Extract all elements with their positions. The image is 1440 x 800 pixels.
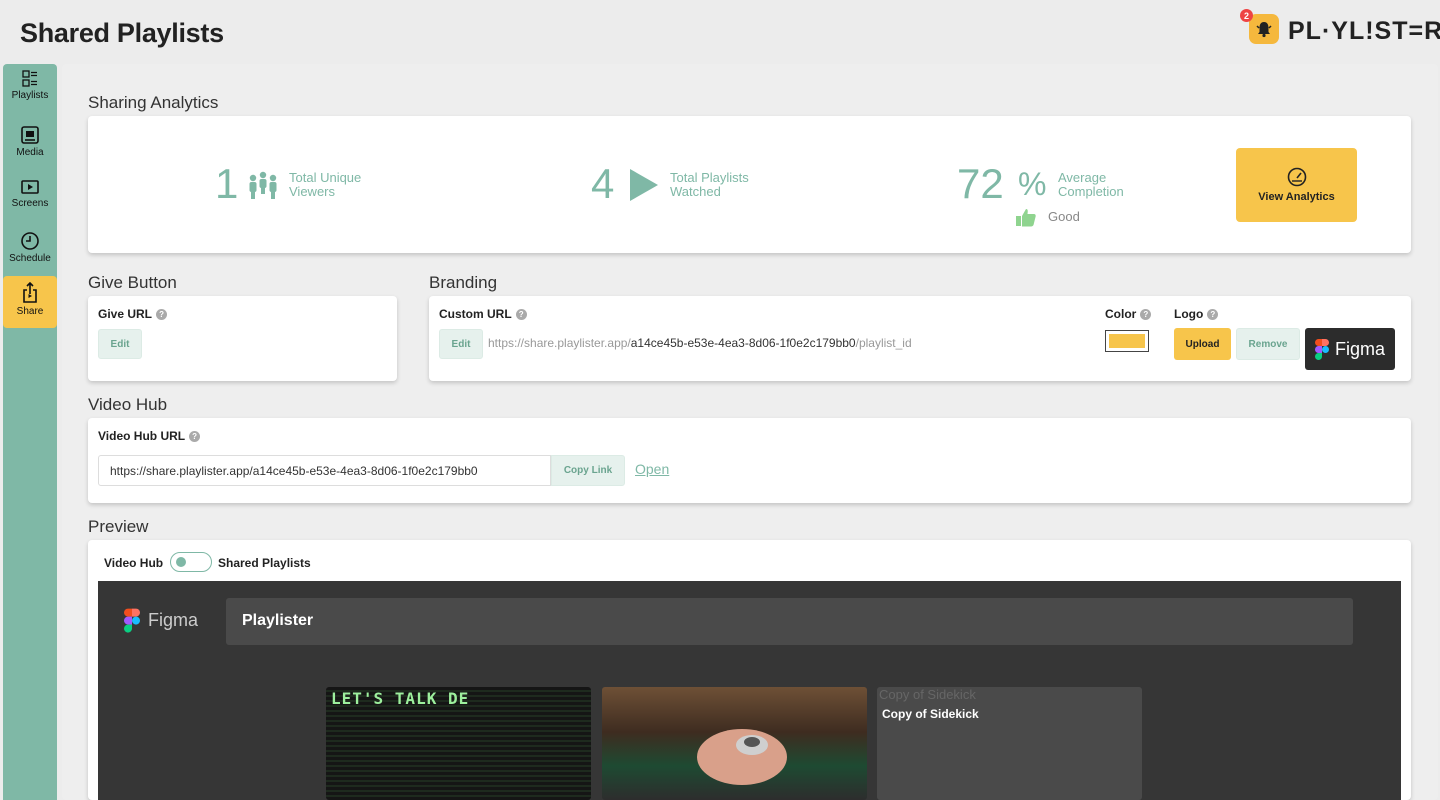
playlists-watched-value: 4 <box>591 160 615 207</box>
custom-url-prefix: https://share.playlister.app/ <box>488 336 631 350</box>
analytics-card <box>88 116 1411 253</box>
video-hub-url-label: Video Hub URL ? <box>98 429 201 443</box>
notification-bell-button[interactable] <box>1249 14 1279 44</box>
sharing-analytics-title: Sharing Analytics <box>88 93 219 112</box>
top-header: Shared Playlists <box>4 5 1437 57</box>
help-icon[interactable]: ? <box>189 430 201 442</box>
logo-label-text: Logo <box>1174 307 1204 321</box>
branding-title: Branding <box>429 273 498 292</box>
view-analytics-button[interactable]: View Analytics <box>1236 148 1357 222</box>
screens-icon <box>21 180 39 194</box>
color-label: Color ? <box>1105 307 1152 321</box>
video-thumbnail[interactable] <box>602 687 867 800</box>
sidebar-item-schedule[interactable]: Schedule <box>3 225 57 277</box>
brand-logo: PL·YL!ST=R <box>1288 17 1440 45</box>
playlists-watched-label-2: Watched <box>670 184 721 199</box>
custom-url-id: a14ce45b-e53e-4ea3-8d06-1f0e2c179bb0 <box>630 336 856 350</box>
people-icon <box>249 171 277 199</box>
logo-preview: Figma <box>1305 328 1395 370</box>
help-icon[interactable]: ? <box>515 308 527 320</box>
color-picker[interactable] <box>1105 330 1149 352</box>
toggle-knob <box>176 557 186 567</box>
help-icon[interactable]: ? <box>156 308 168 320</box>
toggle-right-label: Shared Playlists <box>218 556 311 570</box>
custom-url-label-text: Custom URL <box>439 307 512 321</box>
custom-url-value: https://share.playlister.app/a14ce45b-e5… <box>488 336 912 350</box>
video-thumbnail[interactable]: Copy of Sidekick Copy of Sidekick <box>877 687 1142 800</box>
thumbnail-alt-text: Copy of Sidekick <box>879 687 976 702</box>
thumbs-up-icon <box>1016 209 1036 227</box>
hands-image <box>697 729 787 785</box>
notification-badge: 2 <box>1240 9 1253 22</box>
color-swatch-fill <box>1109 334 1145 348</box>
give-url-label: Give URL ? <box>98 307 168 321</box>
open-link[interactable]: Open <box>635 461 669 477</box>
completion-rating: Good <box>1048 209 1080 224</box>
unique-viewers-label-1: Total Unique <box>289 170 362 185</box>
preview-header-title: Playlister <box>242 612 314 629</box>
sidebar-item-label: Share <box>16 306 44 317</box>
bell-icon <box>1256 22 1272 38</box>
remove-logo-button[interactable]: Remove <box>1236 328 1300 360</box>
video-hub-title: Video Hub <box>88 395 168 414</box>
thumbnail-title: Copy of Sidekick <box>882 707 979 721</box>
toggle-left-label: Video Hub <box>104 556 164 570</box>
sidebar-item-share[interactable]: Share <box>3 276 57 328</box>
preview-logo-text: Figma <box>148 609 199 630</box>
sidebar-item-screens[interactable]: Screens <box>3 172 57 224</box>
media-icon <box>21 126 39 144</box>
logo-label: Logo ? <box>1174 307 1219 321</box>
help-icon[interactable]: ? <box>1140 308 1152 320</box>
schedule-icon <box>21 232 39 250</box>
share-icon <box>23 282 37 303</box>
completion-value: 72 <box>957 160 1004 207</box>
figma-icon <box>124 608 140 633</box>
color-label-text: Color <box>1105 307 1137 321</box>
sidebar-item-label: Schedule <box>9 253 51 264</box>
sidebar-item-label: Playlists <box>11 90 49 101</box>
sidebar: Playlists Media Screens Schedule Share <box>3 64 57 800</box>
help-icon[interactable]: ? <box>1207 308 1219 320</box>
logo-preview-text: Figma <box>1334 338 1385 359</box>
thumbnail-text: LET'S TALK DE <box>331 689 470 708</box>
playlists-icon <box>22 70 37 87</box>
unique-viewers-label-2: Viewers <box>289 184 336 199</box>
sidebar-item-playlists[interactable]: Playlists <box>3 64 57 116</box>
give-url-edit-button[interactable]: Edit <box>98 329 142 359</box>
upload-logo-button[interactable]: Upload <box>1174 328 1231 360</box>
sidebar-item-media[interactable]: Media <box>3 119 57 171</box>
preview-logo: Figma <box>124 607 198 633</box>
view-analytics-label: View Analytics <box>1258 191 1335 203</box>
sidebar-item-label: Screens <box>11 198 49 209</box>
video-thumbnail[interactable]: LET'S TALK DE <box>326 687 591 800</box>
preview-header-bar <box>226 598 1353 645</box>
give-button-title: Give Button <box>88 273 177 292</box>
custom-url-label: Custom URL ? <box>439 307 527 321</box>
unique-viewers-value: 1 <box>215 160 239 207</box>
preview-title: Preview <box>88 517 149 536</box>
preview-mode-toggle[interactable] <box>170 552 212 572</box>
completion-label-1: Average <box>1058 170 1107 185</box>
copy-link-button[interactable]: Copy Link <box>551 455 625 486</box>
speedometer-icon <box>1287 167 1306 187</box>
playlists-watched-label-1: Total Playlists <box>670 170 749 185</box>
figma-icon <box>1314 339 1329 360</box>
completion-label-2: Completion <box>1058 184 1124 199</box>
custom-url-edit-button[interactable]: Edit <box>439 329 483 359</box>
completion-unit: % <box>1018 166 1047 202</box>
video-hub-url-input[interactable]: https://share.playlister.app/a14ce45b-e5… <box>98 455 551 486</box>
play-icon <box>630 169 658 201</box>
custom-url-suffix: /playlist_id <box>855 336 912 350</box>
page-title: Shared Playlists <box>20 18 224 48</box>
sidebar-item-label: Media <box>16 147 44 158</box>
video-hub-url-label-text: Video Hub URL <box>98 429 186 443</box>
give-url-label-text: Give URL <box>98 307 153 321</box>
